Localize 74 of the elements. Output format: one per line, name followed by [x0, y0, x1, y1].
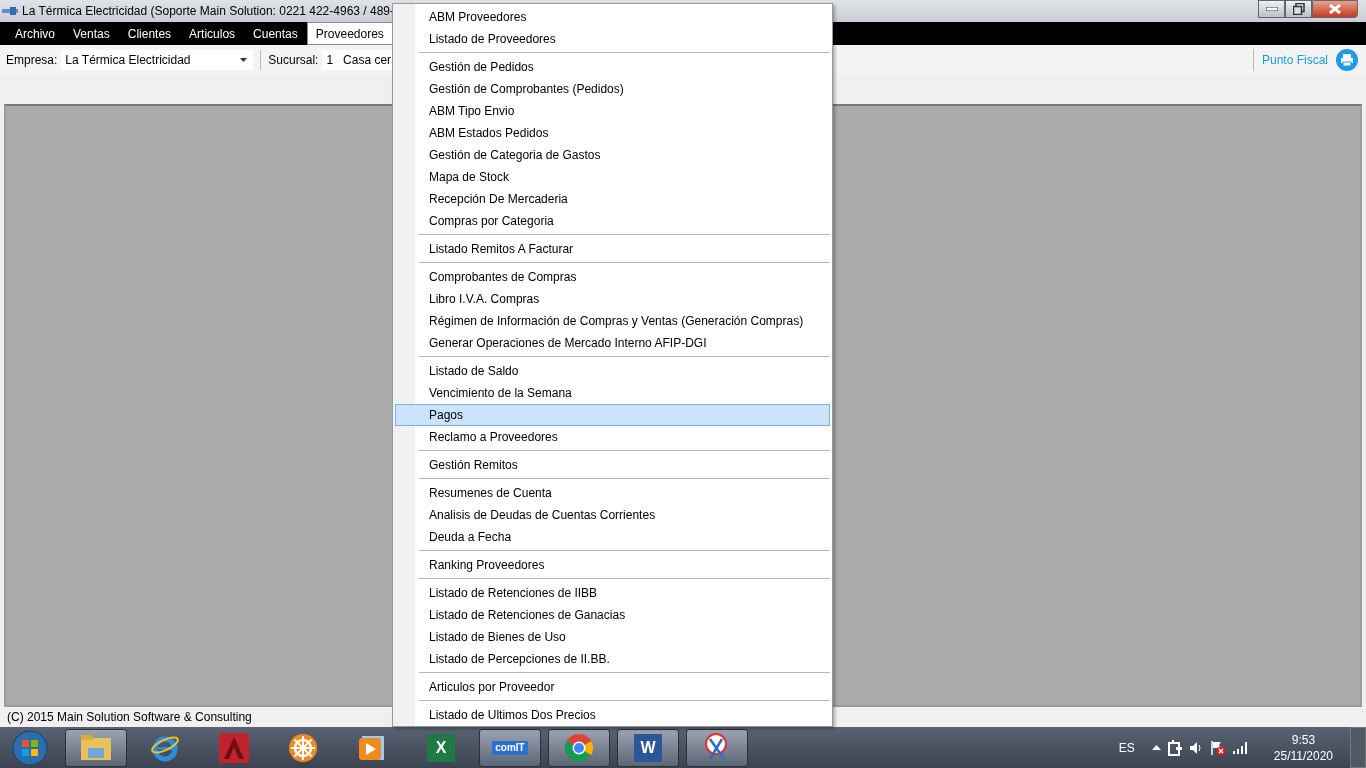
dropdown-menu-item[interactable]: Pagos: [395, 404, 830, 426]
show-hidden-icons-icon[interactable]: [1151, 745, 1161, 750]
empresa-dropdown[interactable]: La Térmica Electricidad: [61, 49, 254, 70]
ship-wheel-icon: [288, 732, 318, 763]
dropdown-menu-item[interactable]: ABM Estados Pedidos: [395, 122, 830, 144]
menu-item[interactable]: Articulos: [180, 22, 245, 45]
app-icon: [2, 6, 18, 16]
dropdown-menu-item[interactable]: Régimen de Información de Compras y Ventas (Generación Compras): [395, 310, 830, 332]
taskbar-app-button[interactable]: [548, 728, 610, 767]
dropdown-menu-item[interactable]: Articulos por Proveedor: [395, 676, 830, 698]
dropdown-menu-item[interactable]: Gestión de Pedidos: [395, 56, 830, 78]
comit-logo-icon: comIT: [492, 740, 528, 755]
chrome-logo-icon: [564, 732, 594, 763]
spreadsheet-app-icon: X: [427, 733, 455, 762]
minimize-icon: [1265, 7, 1278, 11]
dropdown-menu-item[interactable]: ABM Proveedores: [395, 6, 830, 28]
dropdown-menu-item[interactable]: Listado de Percepciones de II.BB.: [395, 648, 830, 670]
dropdown-menu-item[interactable]: ABM Tipo Envio: [395, 100, 830, 122]
language-indicator[interactable]: ES: [1118, 740, 1135, 755]
dropdown-menu-item[interactable]: Gestión de Comprobantes (Pedidos): [395, 78, 830, 100]
power-plug-icon[interactable]: [1167, 739, 1182, 756]
letter-a-logo-icon: [219, 732, 249, 763]
close-icon: [1329, 4, 1341, 14]
dropdown-menu-item[interactable]: Compras por Categoria: [395, 210, 830, 232]
dropdown-menu-item[interactable]: Generar Operaciones de Mercado Interno AFIP-DGI: [395, 332, 830, 354]
dropdown-menu-item[interactable]: Mapa de Stock: [395, 166, 830, 188]
dropdown-menu-item[interactable]: Analisis de Deudas de Cuentas Corrientes: [395, 504, 830, 526]
dropdown-menu-item[interactable]: Listado de Retenciones de IIBB: [395, 582, 830, 604]
dropdown-menu-item[interactable]: Listado de Proveedores: [395, 28, 830, 50]
dropdown-menu-item[interactable]: Listado de Retenciones de Ganacias: [395, 604, 830, 626]
dropdown-menu-item[interactable]: Listado de Bienes de Uso: [395, 626, 830, 648]
dropdown-menu-item[interactable]: Resumenes de Cuenta: [395, 482, 830, 504]
menu-item[interactable]: Archivo: [6, 22, 64, 45]
dropdown-menu-item[interactable]: Gestión de Categoria de Gastos: [395, 144, 830, 166]
signal-bars-icon[interactable]: [1232, 741, 1249, 754]
taskbar-app-button[interactable]: [686, 728, 748, 767]
dropdown-menu-item[interactable]: Listado de Ultimos Dos Precios: [395, 704, 830, 726]
clock-time: 9:53: [1291, 731, 1316, 748]
start-button-icon[interactable]: [12, 729, 48, 766]
menu-item[interactable]: Clientes: [118, 22, 181, 45]
close-button[interactable]: [1312, 0, 1358, 18]
status-text: (C) 2015 Main Solution Software & Consulting: [7, 710, 252, 724]
speaker-icon[interactable]: [1188, 740, 1203, 755]
dropdown-menu-item[interactable]: Ranking Proveedores: [395, 554, 830, 576]
dropdown-menu-item[interactable]: Listado Remitos A Facturar: [395, 238, 830, 260]
taskbar-app-button[interactable]: comIT: [479, 728, 541, 767]
dropdown-menu-item[interactable]: Reclamo a Proveedores: [395, 426, 830, 448]
media-player-icon: [358, 733, 386, 762]
dropdown-menu-item[interactable]: Recepción De Mercaderia: [395, 188, 830, 210]
menu-item[interactable]: Cuentas: [244, 22, 307, 45]
empresa-label: Empresa:: [6, 52, 58, 67]
dropdown-menu-item[interactable]: Listado de Saldo: [395, 360, 830, 382]
dropdown-menu-item[interactable]: Gestión Remitos: [395, 454, 830, 476]
menu-item[interactable]: Ventas: [64, 22, 119, 45]
restore-icon: [1292, 3, 1305, 15]
restore-button[interactable]: [1285, 0, 1312, 18]
dropdown-menu-item[interactable]: Libro I.V.A. Compras: [395, 288, 830, 310]
clock[interactable]: 9:53 25/11/2020: [1273, 731, 1333, 764]
dropdown-menu-item[interactable]: Vencimiento de la Semana: [395, 382, 830, 404]
caret-icon: [240, 57, 248, 62]
printer-icon[interactable]: [1336, 48, 1358, 71]
folder-icon: [80, 733, 112, 762]
flag-error-icon[interactable]: [1209, 739, 1226, 756]
taskbar-app-button[interactable]: [65, 728, 127, 767]
dropdown-menu-item[interactable]: Deuda a Fecha: [395, 526, 830, 548]
window-title: La Térmica Electricidad (Soporte Main Solution: 0221 422-4963 / 489-: [22, 4, 394, 18]
taskbar-app-button[interactable]: W: [617, 728, 679, 767]
menu-item[interactable]: Proveedores: [306, 22, 393, 45]
clock-date: 25/11/2020: [1273, 747, 1333, 764]
taskbar-app-button[interactable]: X: [410, 728, 472, 767]
minimize-button[interactable]: [1258, 0, 1285, 18]
sucursal-label: Sucursal:: [268, 52, 319, 67]
dropdown-menu-item[interactable]: Comprobantes de Compras: [395, 266, 830, 288]
word-processor-icon: W: [634, 733, 662, 762]
